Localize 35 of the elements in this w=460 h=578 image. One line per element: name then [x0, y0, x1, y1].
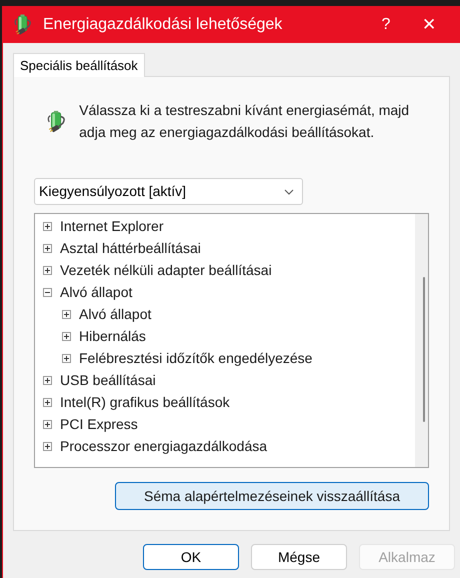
tree-item[interactable]: Alvó állapot — [60, 282, 132, 302]
dialog-button[interactable]: OK — [143, 544, 239, 570]
tree-item[interactable]: Processzor energiagazdálkodása — [60, 436, 268, 456]
plan-dropdown[interactable]: Kiegyensúlyozott [aktív] — [34, 178, 303, 205]
scrollbar-thumb[interactable] — [423, 277, 425, 422]
dialog-button[interactable]: Mégse — [251, 544, 347, 570]
tree-item[interactable]: Asztal háttérbeállításai — [60, 238, 201, 258]
tree-item[interactable]: Felébresztési időzítők engedélyezése — [79, 348, 312, 368]
scrollbar[interactable] — [415, 214, 428, 467]
tree-item[interactable]: Internet Explorer — [60, 216, 164, 236]
expand-icon[interactable] — [43, 398, 52, 406]
help-button[interactable]: ? — [366, 10, 406, 40]
chevron-down-icon — [284, 188, 294, 194]
expand-icon[interactable] — [62, 354, 71, 362]
expand-icon[interactable] — [43, 266, 52, 274]
tree-item[interactable]: Vezeték nélküli adapter beállításai — [60, 260, 272, 280]
tree-item[interactable]: Hibernálás — [79, 326, 146, 346]
reset-defaults-button[interactable]: Séma alapértelmezéseinek visszaállítása — [115, 482, 429, 510]
tree-item[interactable]: USB beállításai — [60, 370, 156, 390]
battery-plug-icon — [12, 14, 34, 36]
collapse-icon[interactable] — [43, 288, 52, 296]
expand-icon[interactable] — [43, 376, 52, 384]
instruction-text: Válassza ki a testreszabni kívánt energiasémát, majd adja meg az energiagazdálkodási beállításokat. — [79, 101, 410, 142]
tree-item[interactable]: PCI Express — [60, 414, 138, 434]
tab[interactable]: Speciális beállítások — [13, 53, 145, 77]
expand-icon[interactable] — [43, 222, 52, 230]
tree-item[interactable]: Alvó állapot — [79, 304, 152, 324]
expand-icon[interactable] — [62, 332, 71, 340]
expand-icon[interactable] — [43, 244, 52, 252]
close-button[interactable]: ✕ — [406, 10, 452, 40]
tree-item[interactable]: Intel(R) grafikus beállítások — [60, 392, 230, 412]
expand-icon[interactable] — [43, 420, 52, 428]
expand-icon[interactable] — [43, 442, 52, 450]
window-title: Energiagazdálkodási lehetőségek — [43, 14, 282, 34]
expand-icon[interactable] — [62, 310, 71, 318]
